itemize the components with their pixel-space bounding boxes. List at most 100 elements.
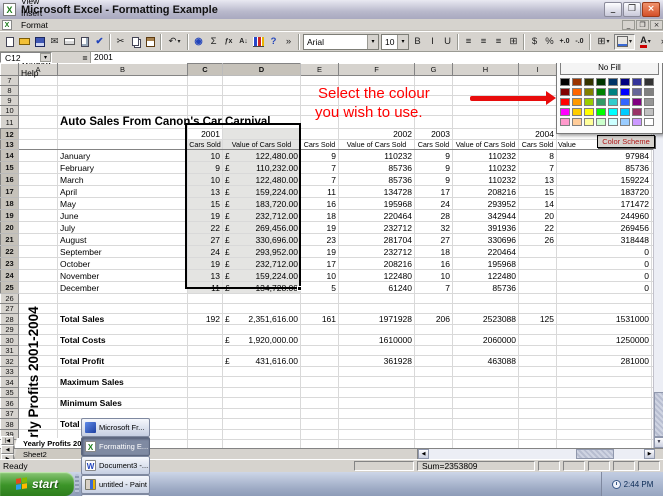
cell-J40[interactable] xyxy=(557,440,652,449)
task-button-4[interactable]: untitled - Paint xyxy=(81,475,150,494)
cell-B11[interactable]: Auto Sales From Canon's Car Carnival xyxy=(58,116,188,129)
cell-I12[interactable]: 2004 xyxy=(519,129,557,140)
cell-E30[interactable] xyxy=(301,335,339,346)
font-color-dropdown-icon[interactable]: ▾ xyxy=(648,38,651,45)
color-swatch-0000FF[interactable] xyxy=(620,88,630,96)
cell-G13[interactable]: Cars Sold xyxy=(415,140,453,150)
chart-wizard-icon[interactable] xyxy=(251,34,266,50)
cell-F24[interactable]: 122480 xyxy=(339,270,415,282)
open-folder-icon[interactable] xyxy=(17,34,32,50)
cell-I25[interactable] xyxy=(519,282,557,294)
cell-C21[interactable]: 27 xyxy=(188,234,223,246)
cell-G36[interactable] xyxy=(415,398,453,409)
cell-B12[interactable] xyxy=(58,129,188,140)
vertical-scroll-thumb[interactable] xyxy=(654,392,663,437)
cell-H27[interactable] xyxy=(453,304,519,314)
cell-H8[interactable] xyxy=(453,86,519,96)
cell-B29[interactable] xyxy=(58,325,188,335)
cell-D12[interactable] xyxy=(223,129,301,140)
start-button[interactable]: start xyxy=(0,472,74,496)
cell-H30[interactable]: 2060000 xyxy=(453,335,519,346)
cell-G27[interactable] xyxy=(415,304,453,314)
row-header-11[interactable]: 11 xyxy=(1,116,19,129)
cell-F25[interactable]: 61240 xyxy=(339,282,415,294)
cell-E36[interactable] xyxy=(301,398,339,409)
cell-J16[interactable]: 159224 xyxy=(557,174,652,186)
cell-H38[interactable] xyxy=(453,419,519,430)
cell-G22[interactable]: 18 xyxy=(415,246,453,258)
cell-J15[interactable]: 85736 xyxy=(557,162,652,174)
cell-G28[interactable]: 206 xyxy=(415,314,453,325)
row-header-22[interactable]: 22 xyxy=(1,246,19,258)
cell-B34[interactable]: Maximum Sales xyxy=(58,377,188,388)
cell-J38[interactable] xyxy=(557,419,652,430)
color-swatch-000000[interactable] xyxy=(560,78,570,86)
cell-A11[interactable] xyxy=(19,116,58,129)
formula-input[interactable]: 2001 xyxy=(90,52,663,63)
cell-D38[interactable] xyxy=(223,419,301,430)
color-swatch-3366FF[interactable] xyxy=(620,98,630,106)
cell-A8[interactable] xyxy=(19,86,58,96)
horizontal-scroll-thumb[interactable] xyxy=(576,449,614,459)
column-header-B[interactable]: B xyxy=(58,64,188,76)
column-header-I[interactable]: I xyxy=(519,64,557,76)
cell-B21[interactable]: August xyxy=(58,234,188,246)
cell-C18[interactable]: 15 xyxy=(188,198,223,210)
workbook-minimize-button[interactable]: _ xyxy=(622,20,635,30)
quick-launch-handle[interactable] xyxy=(75,474,79,494)
row-header-18[interactable]: 18 xyxy=(1,198,19,210)
cell-D9[interactable] xyxy=(223,96,301,106)
cell-D18[interactable]: £183,720.00 xyxy=(223,198,301,210)
cell-A18[interactable] xyxy=(19,198,58,210)
color-scheme-button[interactable]: Color Scheme xyxy=(597,135,655,148)
row-header-8[interactable]: 8 xyxy=(1,86,19,96)
cell-G30[interactable] xyxy=(415,335,453,346)
cell-I22[interactable] xyxy=(519,246,557,258)
cell-D15[interactable]: £110,232.00 xyxy=(223,162,301,174)
cell-I11[interactable] xyxy=(519,116,557,129)
cell-C22[interactable]: 24 xyxy=(188,246,223,258)
cell-H33[interactable] xyxy=(453,367,519,377)
cell-A14[interactable] xyxy=(19,150,58,162)
cell-E23[interactable]: 17 xyxy=(301,258,339,270)
cell-E37[interactable] xyxy=(301,409,339,419)
cell-C25[interactable]: 11 xyxy=(188,282,223,294)
color-swatch-666699[interactable] xyxy=(632,88,642,96)
cell-I40[interactable] xyxy=(519,440,557,449)
cell-E32[interactable] xyxy=(301,356,339,367)
cell-E24[interactable]: 10 xyxy=(301,270,339,282)
cell-H20[interactable]: 391936 xyxy=(453,222,519,234)
cell-A9[interactable] xyxy=(19,96,58,106)
print-preview-icon[interactable] xyxy=(77,34,92,50)
row-header-32[interactable]: 32 xyxy=(1,356,19,367)
color-swatch-333399[interactable] xyxy=(632,78,642,86)
cell-D26[interactable] xyxy=(223,294,301,304)
cell-F34[interactable] xyxy=(339,377,415,388)
cell-E35[interactable] xyxy=(301,388,339,398)
row-header-9[interactable]: 9 xyxy=(1,96,19,106)
row-header-14[interactable]: 14 xyxy=(1,150,19,162)
cell-H28[interactable]: 2523088 xyxy=(453,314,519,325)
cell-F30[interactable]: 1610000 xyxy=(339,335,415,346)
cell-H7[interactable] xyxy=(453,76,519,86)
cell-I19[interactable]: 20 xyxy=(519,210,557,222)
cell-J28[interactable]: 1531000 xyxy=(557,314,652,325)
color-swatch-993300[interactable] xyxy=(572,78,582,86)
cell-I20[interactable]: 22 xyxy=(519,222,557,234)
cell-C26[interactable] xyxy=(188,294,223,304)
row-header-24[interactable]: 24 xyxy=(1,270,19,282)
name-box[interactable]: C12 ▾ xyxy=(0,52,52,63)
cell-C23[interactable]: 19 xyxy=(188,258,223,270)
row-header-38[interactable]: 38 xyxy=(1,419,19,430)
color-swatch-FF00FF[interactable] xyxy=(560,108,570,116)
cell-I31[interactable] xyxy=(519,346,557,356)
cell-H23[interactable]: 195968 xyxy=(453,258,519,270)
autosum-icon[interactable]: Σ xyxy=(206,34,221,50)
row-header-27[interactable]: 27 xyxy=(1,304,19,314)
cell-B35[interactable] xyxy=(58,388,188,398)
cell-D37[interactable] xyxy=(223,409,301,419)
cell-G34[interactable] xyxy=(415,377,453,388)
cell-J37[interactable] xyxy=(557,409,652,419)
cell-E28[interactable]: 161 xyxy=(301,314,339,325)
spelling-icon[interactable]: ✔ xyxy=(92,34,107,50)
